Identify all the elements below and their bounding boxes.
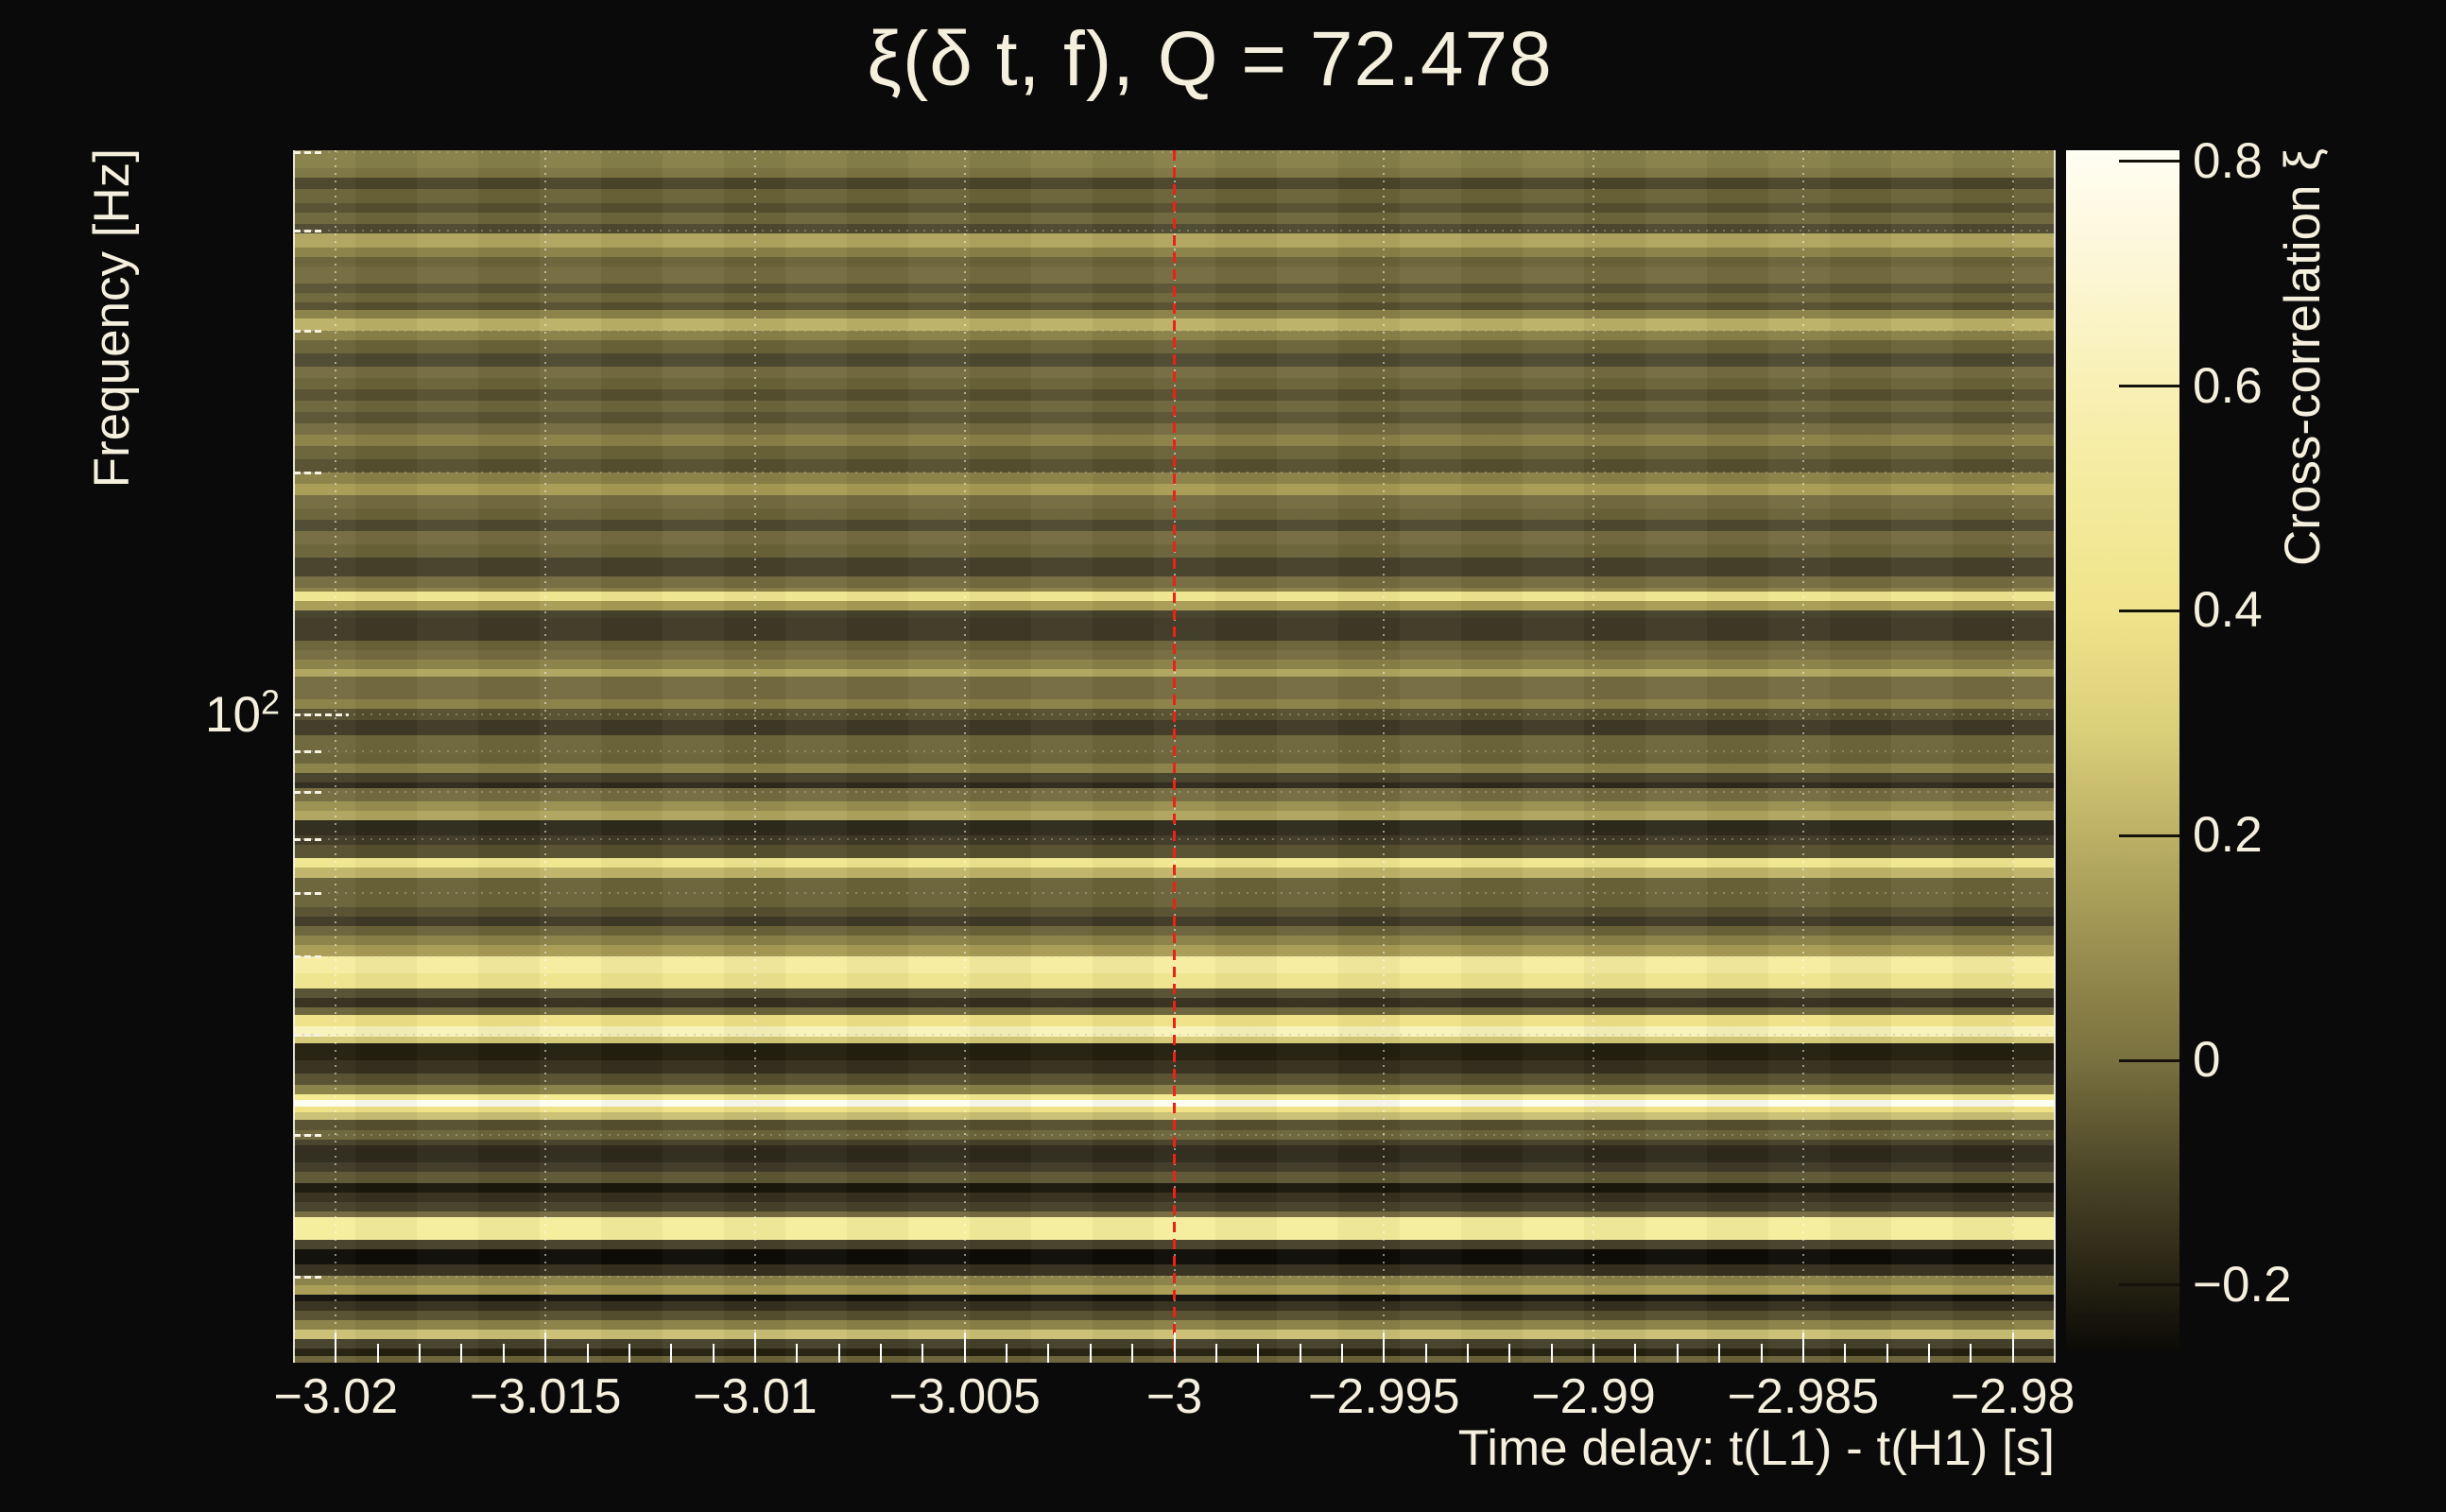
decade-exponent: 2 [260,682,280,722]
time-minor-tick [1970,1344,1972,1363]
time-minor-tick [502,1344,505,1363]
freq-minor-tick [294,1275,323,1279]
plot-right-border [2054,150,2056,1363]
freq-minor-tick [294,837,323,841]
x-tick-label: −2.995 [1308,1369,1460,1424]
time-gridline [1593,150,1595,1363]
x-axis-title: Time delay: t(L1) - t(H1) [s] [1457,1420,2055,1476]
chart-title: ξ(δ t, f), Q = 72.478 [867,16,1553,102]
x-tick-label: −2.98 [1950,1369,2076,1424]
time-minor-tick [1593,1344,1595,1363]
freq-major-tick [294,713,349,716]
freq-minor-tick [294,749,323,753]
time-major-tick [1173,1332,1176,1363]
time-gridline [1383,150,1386,1363]
x-tick-label: −3.015 [469,1369,622,1424]
freq-minor-tick [294,891,323,895]
time-minor-tick [1424,1344,1427,1363]
figure-canvas: ξ(δ t, f), Q = 72.478 Frequency [Hz] 102… [0,0,2446,1512]
y-axis-decade-label: 102 [113,685,280,744]
time-gridline [544,150,547,1363]
time-minor-tick [1047,1344,1050,1363]
time-minor-tick [796,1344,799,1363]
colorbar-tick-label: 0 [2193,1032,2221,1089]
time-minor-tick [1634,1344,1637,1363]
colorbar [2066,150,2179,1351]
time-minor-tick [922,1344,924,1363]
colorbar-tick [2119,160,2179,163]
x-tick-label: −3 [1145,1369,1203,1424]
time-minor-tick [419,1344,422,1363]
colorbar-tick [2119,385,2179,388]
x-tick-label: −2.99 [1531,1369,1656,1424]
decade-base: 10 [205,687,261,743]
time-minor-tick [1089,1344,1092,1363]
time-minor-tick [1257,1344,1260,1363]
time-minor-tick [1676,1344,1679,1363]
x-tick-label: −3.005 [888,1369,1041,1424]
time-gridline [1801,150,1804,1363]
time-minor-tick [1214,1344,1217,1363]
freq-minor-tick [294,329,323,333]
colorbar-tick [2119,1058,2179,1062]
x-tick-label: −3.02 [273,1369,399,1424]
time-gridline [963,150,966,1363]
time-minor-tick [880,1344,882,1363]
time-major-tick [1801,1332,1804,1363]
time-minor-tick [460,1344,463,1363]
time-minor-tick [1131,1344,1134,1363]
time-minor-tick [1718,1344,1721,1363]
time-delay-marker-line [1173,150,1176,1363]
time-gridline [335,150,337,1363]
time-major-tick [963,1332,966,1363]
time-gridline [2011,150,2014,1363]
time-minor-tick [1844,1344,1847,1363]
time-minor-tick [1760,1344,1763,1363]
time-minor-tick [376,1344,379,1363]
heatmap-plot-area [293,150,2056,1363]
x-tick-label: −2.985 [1727,1369,1880,1424]
colorbar-tick-label: 0.4 [2193,582,2263,639]
time-major-tick [1383,1332,1386,1363]
time-minor-tick [1467,1344,1469,1363]
freq-minor-tick [294,955,323,959]
colorbar-tick [2119,833,2179,837]
time-minor-tick [837,1344,840,1363]
freq-minor-tick [294,1033,323,1037]
time-minor-tick [1006,1344,1008,1363]
time-major-tick [753,1332,756,1363]
time-minor-tick [1340,1344,1343,1363]
time-major-tick [2011,1332,2014,1363]
freq-minor-tick [294,791,323,795]
time-gridline [753,150,756,1363]
colorbar-tick [2119,609,2179,612]
time-minor-tick [1299,1344,1301,1363]
time-major-tick [335,1332,337,1363]
time-minor-tick [586,1344,589,1363]
time-minor-tick [1550,1344,1553,1363]
colorbar-title: Cross-correlation ξ [2275,148,2331,566]
freq-minor-tick [294,229,323,232]
time-major-tick [544,1332,547,1363]
colorbar-tick-label: 0.2 [2193,807,2263,864]
colorbar-tick-label: −0.2 [2193,1256,2292,1313]
y-axis-title: Frequency [Hz] [84,148,140,489]
freq-minor-tick [294,471,323,474]
time-minor-tick [712,1344,715,1363]
time-minor-tick [670,1344,673,1363]
freq-minor-tick [294,151,323,155]
time-minor-tick [1927,1344,1930,1363]
freq-minor-tick [294,1133,323,1137]
colorbar-tick [2119,1283,2179,1287]
time-minor-tick [1508,1344,1511,1363]
time-minor-tick [628,1344,630,1363]
x-tick-label: −3.01 [693,1369,818,1424]
time-minor-tick [1886,1344,1888,1363]
